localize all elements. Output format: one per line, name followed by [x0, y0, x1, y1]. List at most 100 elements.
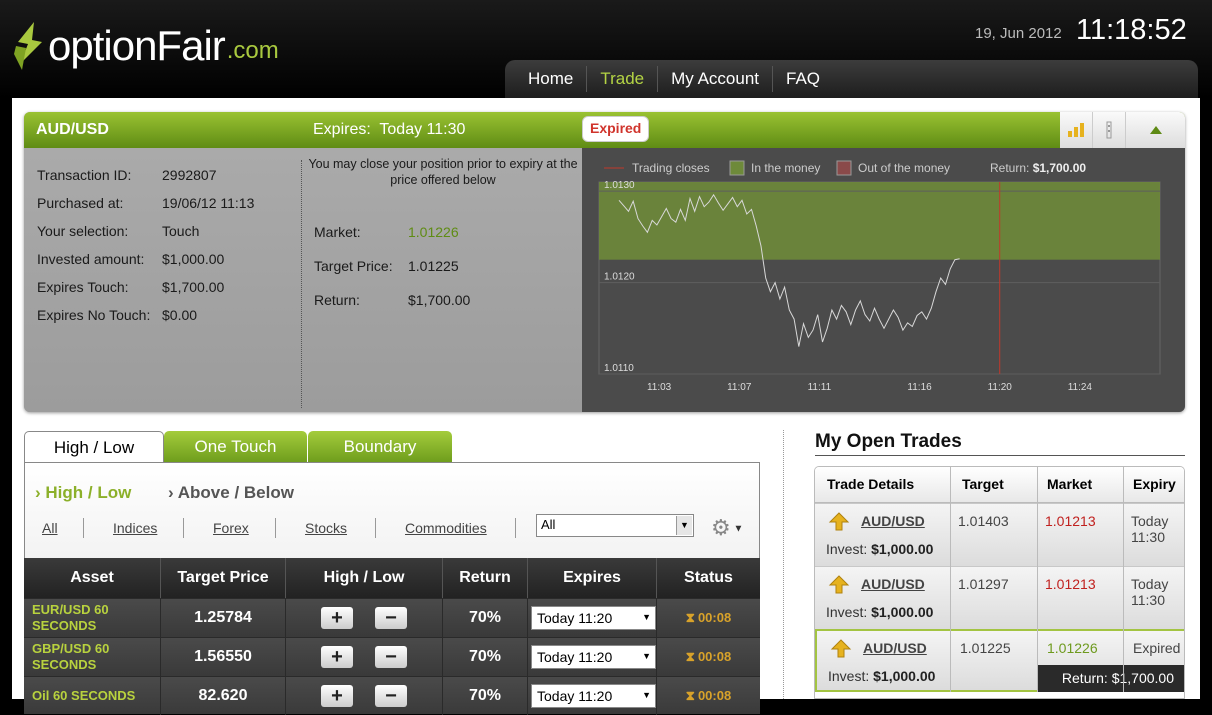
high-button[interactable]: +	[321, 606, 353, 629]
return-label: Return:	[314, 292, 360, 308]
detail-label: Expires Touch:	[37, 279, 129, 295]
legend-swatch-out-money	[836, 160, 852, 176]
col-trade-details: Trade Details	[827, 476, 915, 492]
expires-select[interactable]: Today 11:20 ▼	[531, 644, 656, 669]
asset-name[interactable]: EUR/USD 60 SECONDS	[24, 598, 161, 637]
trade-row-expired[interactable]: AUD/USD Invest: $1,000.00 1.01225 1.0122…	[815, 629, 1184, 692]
low-button[interactable]: −	[375, 645, 407, 668]
subtab-above-below-label: Above / Below	[177, 483, 294, 502]
invest-value: $1,000.00	[871, 541, 934, 557]
detail-value: 19/06/12 11:13	[162, 195, 255, 211]
return-percent: 70%	[443, 676, 528, 715]
trade-expiry: Today 11:30	[1131, 513, 1169, 545]
high-button[interactable]: +	[321, 684, 353, 707]
category-forex[interactable]: Forex	[213, 520, 249, 536]
status-cell: ⧗ 00:08	[657, 599, 760, 637]
detail-label: Purchased at:	[37, 195, 124, 211]
asset-name[interactable]: GBP/USD 60 SECONDS	[24, 637, 161, 676]
subtab-high-low[interactable]: › High / Low	[35, 483, 131, 503]
detail-label: Expires No Touch:	[37, 307, 151, 323]
col-expiry: Expiry	[1133, 476, 1176, 492]
trade-up-icon	[828, 512, 850, 531]
category-indices[interactable]: Indices	[113, 520, 157, 536]
details-icon[interactable]	[1093, 112, 1126, 148]
open-trades-rule	[815, 455, 1185, 456]
invest-value: $1,000.00	[873, 668, 936, 684]
subtab-above-below[interactable]: › Above / Below	[168, 483, 294, 503]
logo-suffix: .com	[226, 37, 279, 64]
category-commodities[interactable]: Commodities	[405, 520, 487, 536]
logo-text: optionFair	[48, 22, 226, 69]
expires-select[interactable]: Today 11:20 ▼	[531, 683, 656, 708]
legend-label: Out of the money	[858, 161, 950, 175]
tab-boundary[interactable]: Boundary	[308, 431, 452, 463]
trade-invest: Invest: $1,000.00	[828, 668, 935, 684]
chevron-down-icon: ▼	[642, 689, 651, 700]
close-note: You may close your position prior to exp…	[308, 157, 578, 187]
detail-value: $1,700.00	[162, 279, 225, 295]
y-tick-label: 1.0110	[604, 363, 634, 374]
nav-home[interactable]: Home	[515, 66, 588, 92]
tab-one-touch[interactable]: One Touch	[164, 431, 307, 463]
trade-asset-link[interactable]: AUD/USD	[863, 640, 927, 656]
x-tick-label: 11:11	[808, 382, 832, 393]
expires-cell: Today 11:20 ▼	[528, 637, 657, 676]
asset-name[interactable]: Oil 60 SECONDS	[24, 676, 161, 715]
trade-row[interactable]: AUD/USD Invest: $1,000.00 1.01297 1.0121…	[815, 566, 1184, 629]
trade-asset-link[interactable]: AUD/USD	[861, 576, 925, 592]
expires-select[interactable]: Today 11:20 ▼	[531, 605, 656, 630]
detail-label: Transaction ID:	[37, 167, 132, 183]
category-separator	[83, 518, 84, 538]
chevron-down-icon: ▼	[676, 516, 692, 535]
target-price: 1.56550	[161, 637, 286, 676]
x-tick-label: 11:03	[647, 382, 672, 393]
chevron-down-icon: ▼	[642, 611, 651, 622]
invest-label: Invest:	[826, 604, 868, 620]
x-tick-label: 11:07	[727, 382, 752, 393]
tab-high-low[interactable]: High / Low	[24, 431, 164, 463]
hourglass-icon: ⧗	[685, 609, 695, 625]
target-value: 1.01225	[408, 258, 459, 274]
col-target-price: Target Price	[161, 558, 286, 598]
nav-my-account[interactable]: My Account	[658, 66, 774, 92]
category-separator	[275, 518, 276, 538]
logo[interactable]: optionFair .com	[12, 20, 279, 72]
category-stocks[interactable]: Stocks	[305, 520, 347, 536]
in-the-money-zone	[599, 182, 1160, 260]
trade-expiry: Today 11:30	[1131, 576, 1169, 608]
asset-table: Asset Target Price High / Low Return Exp…	[24, 558, 760, 715]
trade-filters: › High / Low › Above / Below All Indices…	[24, 462, 760, 562]
legend-label: In the money	[751, 161, 820, 175]
status-countdown: 00:08	[697, 688, 732, 703]
col-return: Return	[443, 558, 528, 598]
trade-expiry: Expired	[1133, 640, 1181, 656]
high-low-buttons: + −	[286, 637, 443, 676]
low-button[interactable]: −	[375, 606, 407, 629]
column-divider	[1037, 467, 1038, 692]
nav-faq[interactable]: FAQ	[773, 66, 833, 92]
trade-row[interactable]: AUD/USD Invest: $1,000.00 1.01403 1.0121…	[815, 503, 1184, 566]
panel-toolbar	[1060, 112, 1185, 148]
invest-value: $1,000.00	[871, 604, 934, 620]
bar-chart-icon[interactable]	[1060, 112, 1093, 148]
detail-label: Invested amount:	[37, 251, 145, 267]
trade-asset-link[interactable]: AUD/USD	[861, 513, 925, 529]
low-button[interactable]: −	[375, 684, 407, 707]
collapse-icon[interactable]	[1126, 112, 1185, 148]
category-separator	[183, 518, 184, 538]
detail-value: $1,000.00	[162, 251, 225, 267]
x-tick-label: 11:24	[1068, 382, 1093, 393]
target-price: 82.620	[161, 676, 286, 715]
trade-target: 1.01225	[960, 640, 1011, 656]
high-button[interactable]: +	[321, 645, 353, 668]
asset-filter-select[interactable]: All ▼	[536, 514, 694, 537]
category-all[interactable]: All	[42, 520, 58, 536]
expires-cell: Today 11:20 ▼	[528, 676, 657, 715]
nav-trade[interactable]: Trade	[587, 66, 659, 92]
trade-market: 1.01213	[1045, 576, 1096, 592]
hourglass-icon: ⧗	[685, 648, 695, 664]
trade-market: 1.01213	[1045, 513, 1096, 529]
position-details: Transaction ID: 2992807 Purchased at: 19…	[24, 148, 582, 412]
site-header: optionFair .com 19, Jun 2012 11:18:52 Ho…	[0, 0, 1212, 98]
gear-icon[interactable]: ⚙ ▼	[711, 515, 751, 541]
